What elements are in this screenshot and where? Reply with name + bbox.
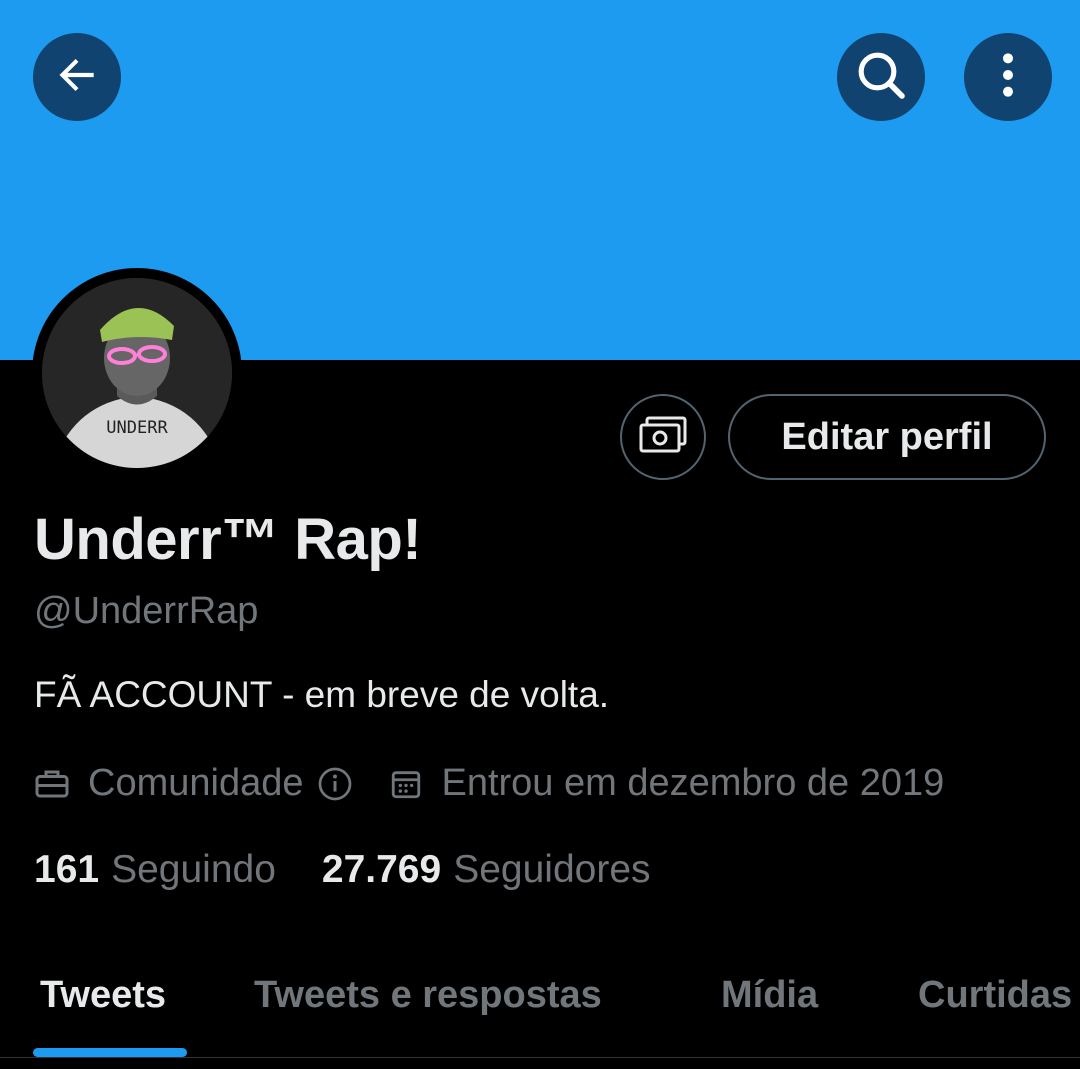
profile-category: Comunidade — [88, 762, 304, 804]
info-icon[interactable] — [317, 766, 353, 802]
more-vertical-icon — [988, 50, 1028, 105]
avatar: UNDERR — [42, 278, 232, 468]
briefcase-icon — [34, 767, 70, 801]
profile-meta: Comunidade Entrou em dezembro de 2019 — [34, 762, 944, 805]
followers-count: 27.769 — [321, 848, 442, 891]
tab-tweets[interactable]: Tweets — [40, 974, 166, 1017]
active-tab-indicator — [33, 1048, 187, 1057]
tab-likes[interactable]: Curtidas — [918, 974, 1072, 1017]
more-options-button[interactable] — [964, 33, 1052, 121]
tabs-divider — [0, 1057, 1080, 1058]
search-icon — [853, 47, 909, 108]
profile-bio: FÃ ACCOUNT - em breve de volta. — [34, 674, 610, 715]
tab-tweets-and-replies[interactable]: Tweets e respostas — [254, 974, 602, 1017]
profile-avatar-ring[interactable]: UNDERR — [32, 268, 242, 478]
followers-label: Seguidores — [453, 848, 651, 891]
user-handle: @UnderrRap — [34, 590, 259, 632]
profile-tabs: Tweets Tweets e respostas Mídia Curtidas — [0, 950, 1080, 1058]
followers-link[interactable]: 27.769 Seguidores — [322, 848, 651, 892]
following-label: Seguindo — [111, 848, 276, 891]
following-link[interactable]: 161 Seguindo — [34, 848, 276, 892]
edit-profile-button[interactable]: Editar perfil — [728, 394, 1046, 480]
avatar-shirt-text: UNDERR — [106, 418, 168, 438]
subscribe-button[interactable] — [620, 394, 706, 480]
display-name: Underr™ Rap! — [34, 507, 422, 572]
tab-media[interactable]: Mídia — [721, 974, 818, 1017]
calendar-icon — [389, 767, 423, 801]
search-button[interactable] — [837, 33, 925, 121]
edit-profile-label: Editar perfil — [781, 415, 993, 458]
back-button[interactable] — [33, 33, 121, 121]
arrow-left-icon — [52, 50, 102, 105]
follow-stats: 161 Seguindo 27.769 Seguidores — [34, 848, 651, 892]
following-count: 161 — [34, 848, 100, 891]
join-date: Entrou em dezembro de 2019 — [441, 762, 945, 804]
money-icon — [638, 415, 688, 460]
